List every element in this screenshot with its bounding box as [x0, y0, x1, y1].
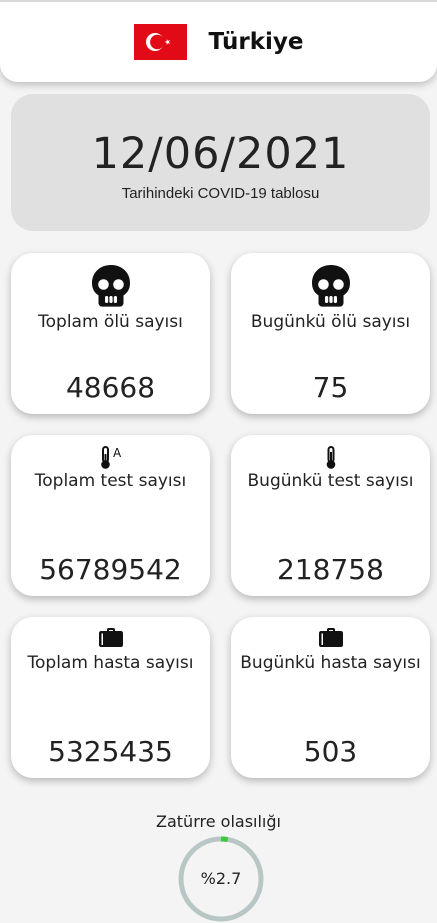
svg-text:A: A: [113, 446, 122, 460]
turkey-flag-icon: [133, 24, 187, 60]
thermometer-icon: [231, 445, 430, 471]
total-tests-card: A Toplam test sayısı 56789542: [11, 435, 210, 596]
briefcase-icon: [231, 627, 430, 649]
country-header: Türkiye: [0, 0, 437, 82]
pneumonia-label: Zatürre olasılığı: [156, 812, 281, 831]
today-deaths-card: Bugünkü ölü sayısı 75: [231, 253, 430, 414]
thermometer-a-icon: A: [11, 445, 210, 471]
skull-icon: [231, 263, 430, 309]
total-tests-value: 56789542: [39, 553, 182, 586]
pneumonia-value: %2.7: [200, 869, 242, 888]
report-subtitle: Tarihindeki COVID-19 tablosu: [121, 185, 320, 202]
total-deaths-label: Toplam ölü sayısı: [38, 312, 183, 332]
today-tests-card: Bugünkü test sayısı 218758: [231, 435, 430, 596]
today-patients-card: Bugünkü hasta sayısı 503: [231, 617, 430, 778]
total-deaths-value: 48668: [65, 371, 156, 404]
today-patients-value: 503: [303, 735, 358, 768]
total-patients-card: Toplam hasta sayısı 5325435: [11, 617, 210, 778]
country-name: Türkiye: [208, 29, 304, 55]
today-tests-value: 218758: [277, 553, 384, 586]
report-date: 12/06/2021: [91, 129, 350, 179]
today-patients-label: Bugünkü hasta sayısı: [240, 653, 421, 673]
total-deaths-card: Toplam ölü sayısı 48668: [11, 253, 210, 414]
total-tests-label: Toplam test sayısı: [34, 471, 187, 491]
briefcase-icon: [11, 627, 210, 649]
skull-icon: [11, 263, 210, 309]
date-card: 12/06/2021 Tarihindeki COVID-19 tablosu: [11, 94, 430, 231]
today-deaths-value: 75: [312, 371, 349, 404]
today-deaths-label: Bugünkü ölü sayısı: [250, 312, 411, 332]
total-patients-value: 5325435: [48, 735, 173, 768]
total-patients-label: Toplam hasta sayısı: [27, 653, 194, 673]
today-tests-label: Bugünkü test sayısı: [247, 471, 414, 491]
